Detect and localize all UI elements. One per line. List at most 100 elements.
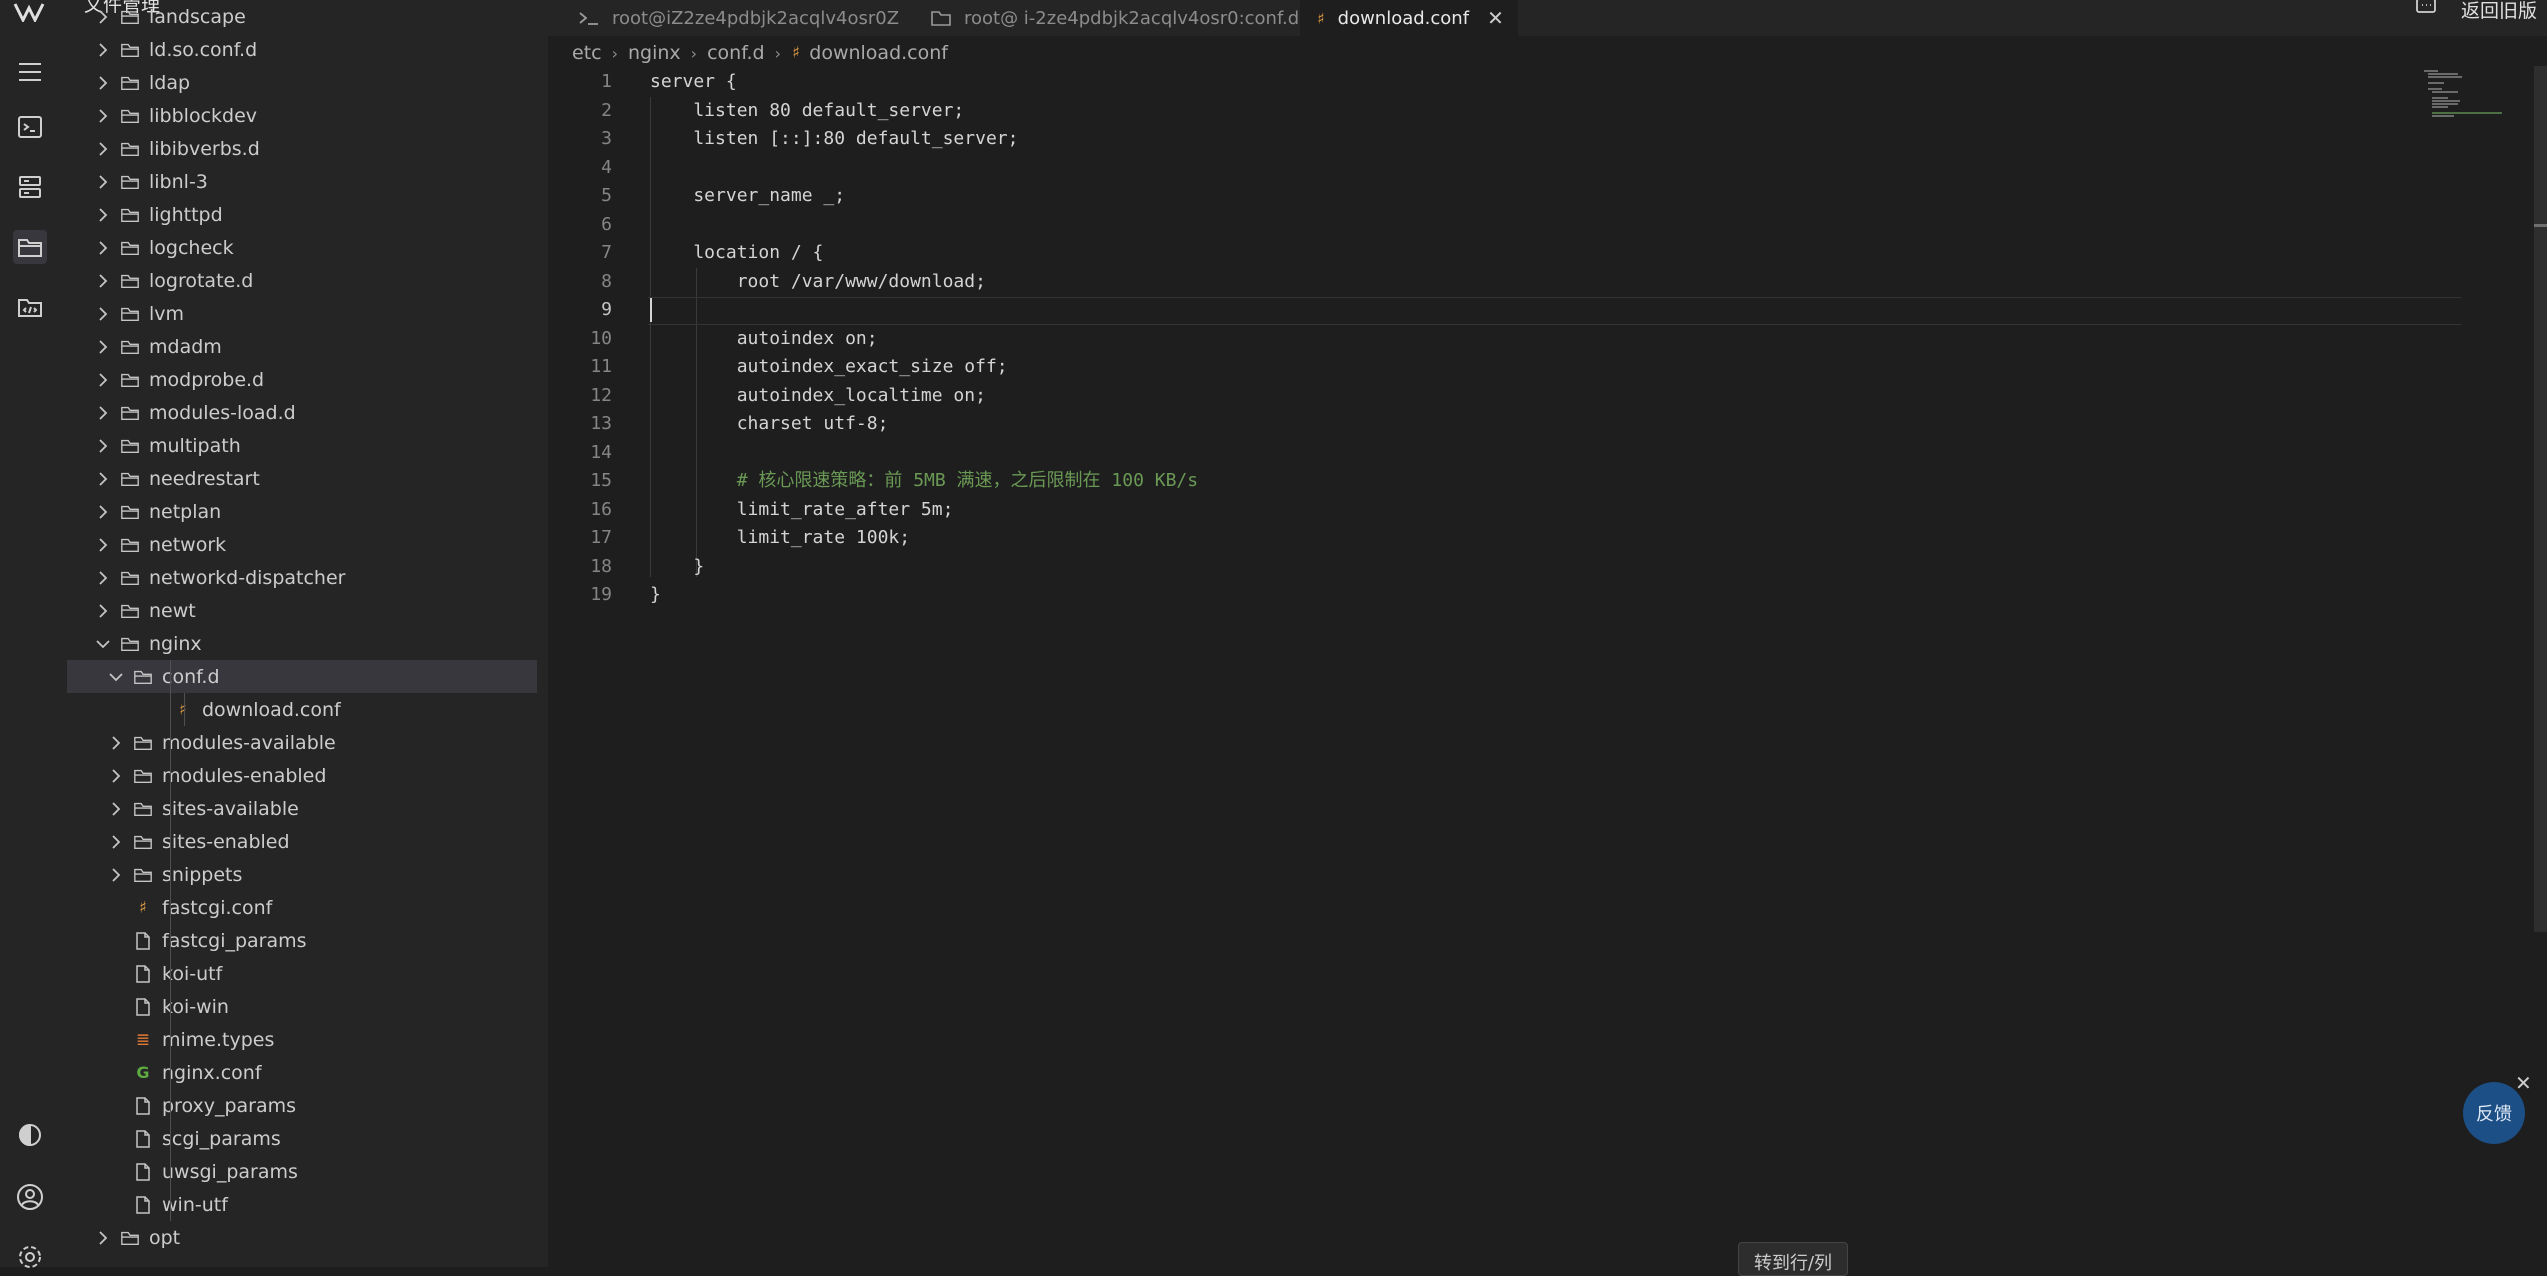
code-line[interactable]: listen 80 default_server; <box>650 97 964 125</box>
file-item[interactable]: Gnginx.conf <box>67 1056 537 1089</box>
chevron-right-icon[interactable] <box>94 338 112 356</box>
chevron-right-icon[interactable] <box>94 206 112 224</box>
breadcrumb-item[interactable]: nginx <box>628 42 681 64</box>
server-list-icon[interactable] <box>13 170 47 204</box>
code-line[interactable]: server { <box>650 68 737 96</box>
chevron-right-icon[interactable] <box>94 239 112 257</box>
tab-folder-session[interactable]: root@ i-2ze4pdbjk2acqlv4osr0:conf.d <box>918 0 1350 36</box>
chevron-right-icon[interactable] <box>94 569 112 587</box>
code-line[interactable]: location / { <box>650 239 823 267</box>
terminal-icon[interactable] <box>13 110 47 144</box>
folder-item[interactable]: libibverbs.d <box>67 132 537 165</box>
chevron-down-icon[interactable] <box>94 635 112 653</box>
code-line[interactable]: limit_rate_after 5m; <box>650 496 954 524</box>
feedback-close-icon[interactable]: ✕ <box>2515 1071 2532 1095</box>
file-item[interactable]: uwsgi_params <box>67 1155 537 1188</box>
chevron-right-icon[interactable] <box>94 602 112 620</box>
code-line[interactable]: autoindex_exact_size off; <box>650 353 1008 381</box>
folder-item[interactable]: modprobe.d <box>67 363 537 396</box>
folder-item[interactable]: lighttpd <box>67 198 537 231</box>
code-line[interactable]: } <box>650 581 661 609</box>
file-item[interactable]: koi-utf <box>67 957 537 990</box>
folder-item[interactable]: modules-enabled <box>67 759 537 792</box>
breadcrumb-item[interactable]: download.conf <box>809 42 948 64</box>
folder-item[interactable]: multipath <box>67 429 537 462</box>
folder-item[interactable]: snippets <box>67 858 537 891</box>
tab-download-conf[interactable]: ♯ download.conf ✕ <box>1300 0 1518 36</box>
file-item[interactable]: scgi_params <box>67 1122 537 1155</box>
file-item[interactable]: win-utf <box>67 1188 537 1221</box>
folder-item[interactable]: sites-enabled <box>67 825 537 858</box>
code-line[interactable]: autoindex_localtime on; <box>650 382 986 410</box>
code-line[interactable]: root /var/www/download; <box>650 268 986 296</box>
tab-close-icon[interactable]: ✕ <box>1487 6 1504 30</box>
chevron-right-icon[interactable] <box>107 866 125 884</box>
theme-toggle-icon[interactable] <box>13 1118 47 1152</box>
code-comment[interactable]: # 核心限速策略：前 5MB 满速，之后限制在 100 KB/s <box>650 467 1198 495</box>
chevron-right-icon[interactable] <box>107 833 125 851</box>
chevron-right-icon[interactable] <box>94 74 112 92</box>
breadcrumb-item[interactable]: etc <box>572 42 602 64</box>
chevron-right-icon[interactable] <box>94 470 112 488</box>
folder-item[interactable]: nginx <box>67 627 537 660</box>
minimap[interactable] <box>2420 68 2530 118</box>
return-old-version-button[interactable]: 返回旧版 <box>2461 0 2537 23</box>
code-line[interactable]: server_name _; <box>650 182 845 210</box>
folder-item[interactable]: mdadm <box>67 330 537 363</box>
editor-scrollbar[interactable] <box>2534 66 2547 932</box>
file-item[interactable]: proxy_params <box>67 1089 537 1122</box>
settings-gear-icon[interactable] <box>13 1240 47 1274</box>
code-line[interactable]: limit_rate 100k; <box>650 524 910 552</box>
folder-item[interactable]: logcheck <box>67 231 537 264</box>
menu-icon[interactable] <box>13 55 47 89</box>
chevron-right-icon[interactable] <box>94 437 112 455</box>
folder-item[interactable]: sites-available <box>67 792 537 825</box>
folder-item[interactable]: networkd-dispatcher <box>67 561 537 594</box>
chevron-down-icon[interactable] <box>107 668 125 686</box>
chevron-right-icon[interactable] <box>94 305 112 323</box>
file-item[interactable]: koi-win <box>67 990 537 1023</box>
file-item[interactable]: fastcgi_params <box>67 924 537 957</box>
code-line[interactable]: listen [::]:80 default_server; <box>650 125 1018 153</box>
file-item[interactable]: ≣ mime.types <box>67 1023 537 1056</box>
folder-item[interactable]: lvm <box>67 297 537 330</box>
file-item[interactable]: ♯ download.conf <box>67 693 537 726</box>
chevron-right-icon[interactable] <box>94 1229 112 1247</box>
chevron-right-icon[interactable] <box>107 800 125 818</box>
user-icon[interactable] <box>13 1180 47 1214</box>
folder-item[interactable]: needrestart <box>67 462 537 495</box>
chevron-right-icon[interactable] <box>94 536 112 554</box>
tab-terminal-session[interactable]: root@iZ2ze4pdbjk2acqlv4osr0Z <box>558 0 918 36</box>
folder-item[interactable]: netplan <box>67 495 537 528</box>
folder-item[interactable]: ldap <box>67 66 537 99</box>
code-icon[interactable] <box>13 290 47 324</box>
folder-item[interactable]: opt <box>67 1221 537 1254</box>
chevron-right-icon[interactable] <box>94 371 112 389</box>
chevron-right-icon[interactable] <box>94 140 112 158</box>
code-line[interactable]: } <box>650 553 704 581</box>
file-manager-icon[interactable] <box>13 230 47 264</box>
chevron-right-icon[interactable] <box>94 404 112 422</box>
folder-item[interactable]: newt <box>67 594 537 627</box>
folder-item[interactable]: conf.d <box>67 660 537 693</box>
folder-item[interactable]: modules-load.d <box>67 396 537 429</box>
chevron-right-icon[interactable] <box>107 767 125 785</box>
breadcrumb-item[interactable]: conf.d <box>707 42 765 64</box>
folder-item[interactable]: logrotate.d <box>67 264 537 297</box>
chevron-right-icon[interactable] <box>94 173 112 191</box>
code-line[interactable]: autoindex on; <box>650 325 878 353</box>
chevron-right-icon[interactable] <box>94 503 112 521</box>
file-item[interactable]: ♯ fastcgi.conf <box>67 891 537 924</box>
feedback-chat-icon[interactable] <box>2415 0 2437 21</box>
chevron-right-icon[interactable] <box>94 107 112 125</box>
chevron-right-icon[interactable] <box>94 272 112 290</box>
folder-item[interactable]: landscape <box>67 0 537 33</box>
goto-line-column-tooltip[interactable]: 转到行/列 <box>1738 1242 1848 1276</box>
folder-item[interactable]: libblockdev <box>67 99 537 132</box>
folder-item[interactable]: libnl-3 <box>67 165 537 198</box>
folder-item[interactable]: modules-available <box>67 726 537 759</box>
code-line[interactable]: charset utf-8; <box>650 410 889 438</box>
folder-item[interactable]: ld.so.conf.d <box>67 33 537 66</box>
code-editor[interactable]: 1 server {2 listen 80 default_server; 3 li… <box>548 68 2538 1267</box>
chevron-right-icon[interactable] <box>94 41 112 59</box>
